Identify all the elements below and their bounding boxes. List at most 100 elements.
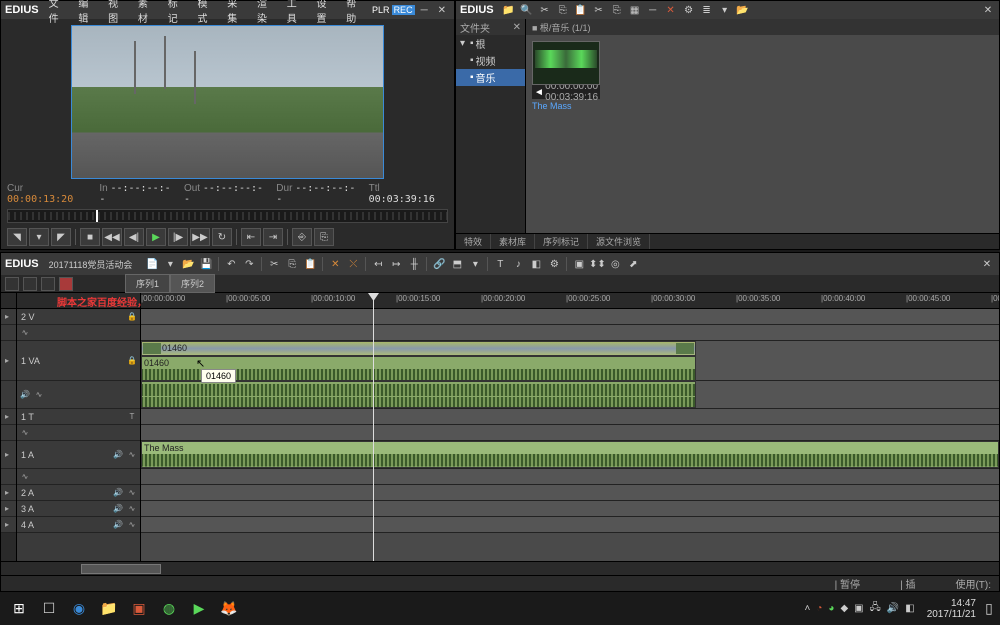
track-fx-row[interactable]: ∿ — [17, 425, 140, 441]
minimize-icon[interactable]: ─ — [646, 3, 660, 17]
stop-button[interactable]: ■ — [80, 228, 100, 246]
set-out-button[interactable]: ⇥ — [263, 228, 283, 246]
taskbar-app-firefox[interactable]: 🦊 — [214, 595, 244, 623]
bin-clip[interactable]: ◄ 00:00:00:00 00:03:39:16 The Mass — [532, 41, 600, 113]
start-button[interactable]: ⊞ — [4, 595, 34, 623]
more-icon[interactable]: ▾ — [718, 3, 732, 17]
clip-music[interactable]: The Mass — [141, 441, 999, 468]
mute-icon[interactable]: 🔊 — [19, 389, 31, 401]
tree-video[interactable]: ▪视频 — [456, 52, 525, 69]
paste-icon[interactable]: 📋 — [302, 256, 318, 272]
redo-icon[interactable]: ↷ — [241, 256, 257, 272]
scroll-thumb[interactable] — [81, 564, 161, 574]
ripple-button[interactable] — [23, 277, 37, 291]
menu-tools[interactable]: 工具 — [283, 0, 311, 26]
add-cut-icon[interactable]: ╫ — [406, 256, 422, 272]
tree-music[interactable]: ▪音乐 — [456, 69, 525, 86]
track-fx-row[interactable]: ∿ — [17, 469, 140, 485]
tab-markers[interactable]: 序列标记 — [535, 234, 588, 249]
tray-icon[interactable]: ◆ — [840, 603, 848, 614]
menu-mode[interactable]: 模式 — [193, 0, 221, 26]
tray-ime-icon[interactable]: ◧ — [905, 603, 914, 614]
open-icon[interactable]: 📂 — [180, 256, 196, 272]
lane-v2[interactable] — [141, 309, 999, 325]
group-icon[interactable]: ⬒ — [449, 256, 465, 272]
lane-a4[interactable] — [141, 517, 999, 533]
paste-icon[interactable]: 📋 — [574, 3, 588, 17]
patch-a3[interactable]: ▸ — [1, 503, 13, 515]
mute-icon[interactable]: 🔊 — [112, 487, 124, 499]
target-icon[interactable]: ◎ — [607, 256, 623, 272]
rewind-button[interactable]: ◀◀ — [102, 228, 122, 246]
playhead[interactable] — [373, 293, 374, 561]
timeline-track-area[interactable]: |00:00:00:00 |00:00:05:00 |00:00:10:00 |… — [141, 293, 999, 561]
track-header-a3[interactable]: 3 A🔊∿ — [17, 501, 140, 517]
patch-a2[interactable]: ▸ — [1, 487, 13, 499]
taskbar-app-edius[interactable]: ▶ — [184, 595, 214, 623]
clip-thumbnail[interactable] — [532, 41, 600, 85]
tray-icon[interactable]: ▣ — [854, 603, 863, 614]
seq-tab-2[interactable]: 序列2 — [170, 274, 215, 293]
taskbar-clock[interactable]: 14:47 2017/11/21 — [921, 598, 982, 620]
new-icon[interactable]: 📄 — [144, 256, 160, 272]
cut-icon[interactable]: ✂ — [538, 3, 552, 17]
mute-icon[interactable]: 🔊 — [112, 519, 124, 531]
cur-tc[interactable]: 00:00:13:20 — [7, 194, 73, 205]
menu-edit[interactable]: 编辑 — [74, 0, 102, 26]
copy-icon[interactable]: ⎘ — [556, 3, 570, 17]
tray-volume-icon[interactable]: 🔊 — [887, 603, 899, 614]
close-button[interactable]: ✕ — [434, 5, 450, 16]
list-icon[interactable]: ≣ — [700, 3, 714, 17]
tray-up-icon[interactable]: ˄ — [805, 603, 811, 614]
close-button[interactable]: ✕ — [979, 256, 995, 272]
folder-icon[interactable]: 📁 — [502, 3, 516, 17]
fastfwd-button[interactable]: ▶▶ — [190, 228, 210, 246]
track-header-a4[interactable]: 4 A🔊∿ — [17, 517, 140, 533]
taskbar-app-360[interactable]: ◍ — [154, 595, 184, 623]
scrub-bar[interactable] — [7, 209, 448, 223]
save-icon[interactable]: 💾 — [198, 256, 214, 272]
lane-a1[interactable]: The Mass — [141, 441, 999, 469]
track-header-t1[interactable]: 1 TT — [17, 409, 140, 425]
mark-in-icon[interactable]: ◥ — [7, 228, 27, 246]
link-icon[interactable]: 🔗 — [431, 256, 447, 272]
loop-button[interactable]: ↻ — [212, 228, 232, 246]
dropdown-icon[interactable]: ▾ — [162, 256, 178, 272]
patch-v2[interactable]: ▸ — [1, 311, 13, 323]
play-button[interactable]: ▶ — [146, 228, 166, 246]
lane-a2[interactable] — [141, 485, 999, 501]
minimize-button[interactable]: ─ — [417, 5, 432, 16]
clip-video[interactable]: 01460 — [141, 341, 696, 356]
seq-tab-1[interactable]: 序列1 — [125, 274, 170, 293]
patch-t1[interactable]: ▸ — [1, 411, 13, 423]
search-icon[interactable]: 🔍 — [520, 3, 534, 17]
track-header-v2[interactable]: 2 V🔒 — [17, 309, 140, 325]
cut-icon[interactable]: ✂ — [266, 256, 282, 272]
dropdown-icon[interactable]: ▾ — [467, 256, 483, 272]
menu-file[interactable]: 文件 — [45, 0, 73, 26]
sync-button[interactable] — [41, 277, 55, 291]
audio-icon[interactable]: ♪ — [510, 256, 526, 272]
lane-v2-fx[interactable] — [141, 325, 999, 341]
lane-a1-fx[interactable] — [141, 469, 999, 485]
lock-icon[interactable]: 🔒 — [126, 311, 138, 323]
tab-source-browser[interactable]: 源文件浏览 — [588, 234, 650, 249]
patch-va1[interactable]: ▸ — [1, 355, 13, 367]
track-header-a2[interactable]: 2 A🔊∿ — [17, 485, 140, 501]
tab-effects[interactable]: 特效 — [456, 234, 491, 249]
track-header-a1[interactable]: 1 A🔊∿ — [17, 441, 140, 469]
lane-t1[interactable] — [141, 409, 999, 425]
set-in-button[interactable]: ⇤ — [241, 228, 261, 246]
view-icon[interactable]: ▦ — [628, 3, 642, 17]
menu-capture[interactable]: 采集 — [223, 0, 251, 26]
dropdown-icon[interactable]: ▾ — [29, 228, 49, 246]
prev-frame-button[interactable]: ◀| — [124, 228, 144, 246]
tray-wechat-icon[interactable]: ◕ — [828, 603, 834, 614]
taskbar-app-potplayer[interactable]: ▣ — [124, 595, 154, 623]
settings-icon[interactable]: ⚙ — [546, 256, 562, 272]
timeline-hscroll[interactable] — [1, 561, 999, 575]
title-icon[interactable]: T — [126, 411, 138, 423]
undo-icon[interactable]: ↶ — [223, 256, 239, 272]
track-fx-row[interactable]: ∿ — [17, 325, 140, 341]
mute-icon[interactable]: 🔊 — [112, 503, 124, 515]
